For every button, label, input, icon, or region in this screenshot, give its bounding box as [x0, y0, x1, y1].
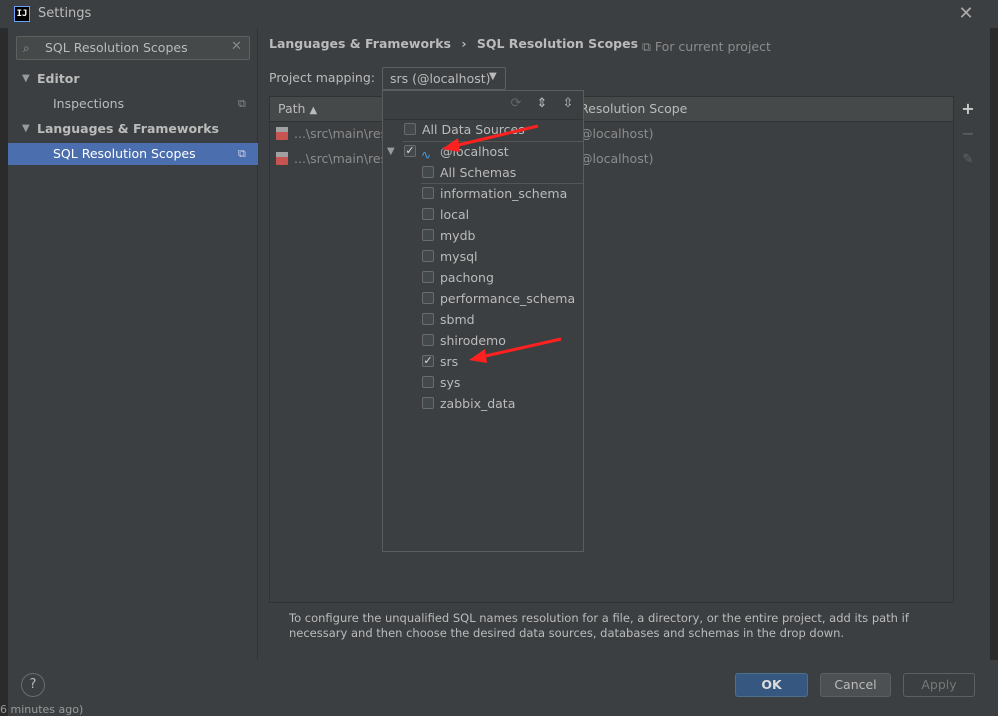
schema-checkbox[interactable] — [422, 313, 434, 325]
column-header-path[interactable]: Path ▲ — [278, 101, 317, 116]
remove-icon[interactable]: − — [960, 126, 976, 142]
schema-checkbox[interactable] — [422, 397, 434, 409]
resolution-scopes-table: Path ▲ Resolution Scope ...\src\main\res… — [269, 96, 954, 603]
schema-label: mysql — [440, 249, 478, 264]
schema-label: information_schema — [440, 186, 568, 201]
project-mapping-dropdown[interactable]: srs (@localhost) ▼ — [382, 67, 506, 90]
breadcrumb-parent[interactable]: Languages & Frameworks — [269, 36, 451, 51]
schema-option-sys[interactable]: sys — [383, 372, 583, 393]
schema-option-mydb[interactable]: mydb — [383, 225, 583, 246]
breadcrumb: Languages & Frameworks › SQL Resolution … — [269, 36, 638, 51]
table-toolbar: + − ✎ — [954, 96, 980, 603]
row-scope: @localhost) — [580, 126, 654, 141]
sidebar-item-languages-frameworks[interactable]: ▼ Languages & Frameworks — [8, 118, 258, 140]
schema-option-zabbix-data[interactable]: zabbix_data — [383, 393, 583, 414]
add-icon[interactable]: + — [960, 101, 976, 117]
schema-option-local[interactable]: local — [383, 204, 583, 225]
schema-label: local — [440, 207, 470, 222]
sidebar-item-editor[interactable]: ▼ Editor — [8, 68, 258, 90]
schema-label: performance_schema — [440, 291, 576, 306]
cancel-button[interactable]: Cancel — [820, 673, 891, 697]
schema-label: sys — [440, 375, 461, 390]
table-row[interactable]: ...\src\main\res @localhost) — [270, 122, 953, 147]
background-status-text: 6 minutes ago) — [0, 703, 84, 716]
row-path: ...\src\main\res — [294, 151, 388, 166]
project-scope-icon: ⧉ — [238, 147, 246, 160]
sidebar-item-sql-resolution-scopes[interactable]: SQL Resolution Scopes ⧉ — [8, 143, 258, 165]
schema-label: mydb — [440, 228, 476, 243]
project-mapping-label: Project mapping: — [269, 70, 375, 85]
schema-option-mysql[interactable]: mysql — [383, 246, 583, 267]
intellij-app-icon: IJ — [14, 6, 30, 22]
breadcrumb-separator: › — [461, 36, 467, 51]
schema-label: pachong — [440, 270, 494, 285]
search-input-value: SQL Resolution Scopes — [45, 40, 188, 55]
table-header: Path ▲ Resolution Scope — [270, 97, 953, 122]
row-path: ...\src\main\res — [294, 126, 388, 141]
for-current-project-note: ⧉ For current project — [642, 39, 771, 54]
file-icon — [276, 127, 288, 140]
sort-ascending-icon: ▲ — [309, 105, 318, 116]
schema-checkbox[interactable] — [422, 229, 434, 241]
project-scope-icon: ⧉ — [238, 97, 246, 110]
project-mapping-value: srs (@localhost) — [390, 71, 491, 86]
refresh-icon[interactable]: ⟳ — [509, 97, 523, 111]
window-title: Settings — [38, 6, 92, 21]
data-sources-popup: ⟳ ⇕ ⇳ All Data Sources ▼ ✓ ∿ @localhost … — [382, 90, 584, 552]
breadcrumb-current: SQL Resolution Scopes — [476, 36, 639, 51]
edit-pencil-icon[interactable]: ✎ — [960, 152, 976, 168]
sidebar-item-label: Editor — [37, 71, 80, 86]
expand-all-icon[interactable]: ⇕ — [535, 97, 549, 111]
all-schemas-label: All Schemas — [440, 165, 517, 180]
background-window-edge — [0, 28, 8, 716]
schema-checkbox[interactable] — [422, 376, 434, 388]
configuration-hint-text: To configure the unqualified SQL names r… — [289, 611, 909, 640]
all-schemas-checkbox[interactable] — [422, 166, 434, 178]
expand-arrow-icon[interactable]: ▼ — [22, 118, 30, 140]
schema-label: sbmd — [440, 312, 475, 327]
schema-option-information-schema[interactable]: information_schema — [383, 183, 583, 204]
schema-checkbox[interactable] — [422, 334, 434, 346]
search-icon: ⌕ — [23, 41, 30, 55]
sidebar-item-inspections[interactable]: Inspections ⧉ — [8, 93, 258, 115]
expand-arrow-icon[interactable]: ▼ — [387, 141, 395, 162]
schema-option-performance-schema[interactable]: performance_schema — [383, 288, 583, 309]
schema-checkbox[interactable]: ✓ — [422, 355, 434, 367]
all-schemas-option[interactable]: All Schemas — [383, 162, 583, 183]
annotation-arrow-datasource — [438, 122, 543, 154]
schema-label: srs — [440, 354, 459, 369]
annotation-arrow-srs — [465, 335, 565, 365]
clear-search-icon[interactable]: ✕ — [231, 39, 242, 54]
schema-label: zabbix_data — [440, 396, 516, 411]
background-window-edge-right — [990, 28, 998, 660]
sidebar-item-label: SQL Resolution Scopes — [53, 146, 196, 161]
schema-checkbox[interactable] — [422, 187, 434, 199]
schema-checkbox[interactable] — [422, 292, 434, 304]
help-button[interactable]: ? — [21, 673, 45, 697]
column-header-resolution-scope[interactable]: Resolution Scope — [580, 101, 687, 116]
schema-checkbox[interactable] — [422, 250, 434, 262]
title-bar — [0, 0, 998, 28]
all-data-sources-checkbox[interactable] — [404, 123, 416, 135]
row-scope: @localhost) — [580, 151, 654, 166]
project-scope-icon: ⧉ — [642, 39, 651, 54]
sidebar-item-label: Languages & Frameworks — [37, 121, 219, 136]
file-icon — [276, 152, 288, 165]
dropdown-arrow-icon: ▼ — [489, 71, 497, 82]
ok-button[interactable]: OK — [735, 673, 808, 697]
table-row[interactable]: ...\src\main\res @localhost) — [270, 147, 953, 172]
apply-button[interactable]: Apply — [903, 673, 975, 697]
popup-toolbar: ⟳ ⇕ ⇳ — [383, 91, 583, 120]
close-window-button[interactable]: ✕ — [957, 4, 975, 24]
expand-arrow-icon[interactable]: ▼ — [22, 68, 30, 90]
collapse-all-icon[interactable]: ⇳ — [561, 97, 575, 111]
schema-checkbox[interactable] — [422, 271, 434, 283]
schema-option-pachong[interactable]: pachong — [383, 267, 583, 288]
schema-checkbox[interactable] — [422, 208, 434, 220]
datasource-checkbox[interactable]: ✓ — [404, 145, 416, 157]
settings-search-input[interactable]: ⌕ SQL Resolution Scopes ✕ — [16, 36, 250, 60]
schema-option-sbmd[interactable]: sbmd — [383, 309, 583, 330]
sidebar-item-label: Inspections — [53, 96, 125, 111]
